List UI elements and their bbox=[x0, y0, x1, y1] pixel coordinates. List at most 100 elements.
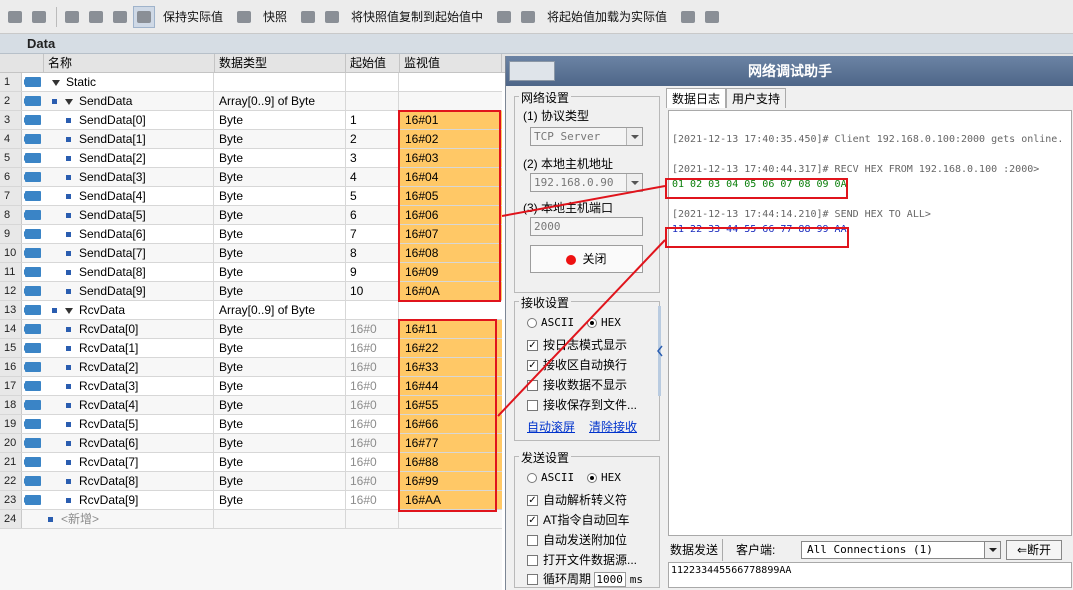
name-cell[interactable]: RcvData[8] bbox=[44, 472, 214, 490]
start-value-cell[interactable]: 16#0 bbox=[346, 396, 399, 414]
start-value-cell[interactable]: 9 bbox=[346, 263, 399, 281]
name-cell[interactable]: RcvData bbox=[44, 301, 214, 319]
start-value-cell[interactable] bbox=[346, 301, 399, 319]
start-value-cell[interactable]: 3 bbox=[346, 149, 399, 167]
recv-wrap-checkbox[interactable]: ✓ 接收区自动换行 bbox=[527, 356, 627, 373]
name-cell[interactable]: SendData[4] bbox=[44, 187, 214, 205]
database-icon[interactable] bbox=[233, 6, 255, 28]
recv-log-mode-checkbox[interactable]: ✓ 按日志模式显示 bbox=[527, 336, 627, 353]
recv-save-checkbox[interactable]: 接收保存到文件... bbox=[527, 396, 637, 413]
table-row[interactable]: 20 RcvData[6] Byte 16#0 16#77 bbox=[0, 434, 502, 453]
name-cell[interactable]: SendData[3] bbox=[44, 168, 214, 186]
send-escape-checkbox[interactable]: ✓ 自动解析转义符 bbox=[527, 491, 627, 508]
type-cell[interactable]: Array[0..9] of Byte bbox=[215, 92, 346, 110]
name-cell[interactable]: SendData[2] bbox=[44, 149, 214, 167]
type-cell[interactable]: Byte bbox=[215, 206, 346, 224]
start-value-cell[interactable]: 4 bbox=[346, 168, 399, 186]
table-row[interactable]: 14 RcvData[0] Byte 16#0 16#11 bbox=[0, 320, 502, 339]
send-file-checkbox[interactable]: 打开文件数据源... bbox=[527, 551, 637, 568]
expand-triangle-icon[interactable] bbox=[52, 79, 60, 86]
name-cell[interactable]: <新增> bbox=[44, 510, 214, 528]
panel-collapse-handle[interactable] bbox=[656, 306, 664, 396]
name-cell[interactable]: SendData[5] bbox=[44, 206, 214, 224]
port-input[interactable]: 2000 bbox=[530, 217, 643, 236]
type-cell[interactable]: Byte bbox=[215, 244, 346, 262]
tab-data-log[interactable]: 数据日志 bbox=[666, 88, 727, 108]
name-cell[interactable]: RcvData[9] bbox=[44, 491, 214, 509]
type-cell[interactable]: Byte bbox=[215, 358, 346, 376]
cycle-input[interactable]: 1000 bbox=[594, 572, 627, 587]
start-value-cell[interactable]: 16#0 bbox=[346, 320, 399, 338]
start-value-cell[interactable]: 16#0 bbox=[346, 415, 399, 433]
name-cell[interactable]: RcvData[5] bbox=[44, 415, 214, 433]
table-row[interactable]: 8 SendData[5] Byte 6 16#06 bbox=[0, 206, 502, 225]
snapshot-button[interactable]: 快照 bbox=[257, 6, 293, 28]
type-cell[interactable]: Byte bbox=[215, 434, 346, 452]
table-row[interactable]: 7 SendData[4] Byte 5 16#05 bbox=[0, 187, 502, 206]
table-row[interactable]: 17 RcvData[3] Byte 16#0 16#44 bbox=[0, 377, 502, 396]
log-area[interactable]: [2021-12-13 17:40:35.450]# Client 192.16… bbox=[668, 110, 1072, 536]
header-type[interactable]: 数据类型 bbox=[215, 54, 346, 73]
table-row[interactable]: 10 SendData[7] Byte 8 16#08 bbox=[0, 244, 502, 263]
start-value-cell[interactable]: 2 bbox=[346, 130, 399, 148]
expand-triangle-icon[interactable] bbox=[65, 307, 73, 314]
send-append-checkbox[interactable]: 自动发送附加位 bbox=[527, 531, 627, 548]
copy-icon[interactable] bbox=[297, 6, 319, 28]
edit-icon[interactable] bbox=[85, 6, 107, 28]
name-cell[interactable]: RcvData[3] bbox=[44, 377, 214, 395]
name-cell[interactable]: SendData[7] bbox=[44, 244, 214, 262]
start-value-cell[interactable]: 16#0 bbox=[346, 358, 399, 376]
download-icon[interactable] bbox=[677, 6, 699, 28]
protocol-select[interactable]: TCP Server bbox=[530, 127, 643, 146]
header-start[interactable]: 起始值 bbox=[346, 54, 400, 73]
type-cell[interactable]: Byte bbox=[215, 282, 346, 300]
start-value-cell[interactable]: 16#0 bbox=[346, 491, 399, 509]
start-value-cell[interactable] bbox=[346, 73, 399, 91]
type-cell[interactable]: Byte bbox=[215, 377, 346, 395]
client-select[interactable]: All Connections (1) bbox=[801, 541, 1001, 559]
recv-hide-checkbox[interactable]: 接收数据不显示 bbox=[527, 376, 627, 393]
start-value-cell[interactable]: 16#0 bbox=[346, 434, 399, 452]
type-cell[interactable]: Byte bbox=[215, 225, 346, 243]
send-ascii-radio[interactable]: ASCII bbox=[527, 471, 574, 484]
type-cell[interactable]: Array[0..9] of Byte bbox=[215, 301, 346, 319]
download-all-icon[interactable] bbox=[701, 6, 723, 28]
type-cell[interactable]: Byte bbox=[215, 472, 346, 490]
refresh-all-icon[interactable] bbox=[28, 6, 50, 28]
monitor-icon[interactable] bbox=[133, 5, 155, 28]
type-cell[interactable]: Byte bbox=[215, 339, 346, 357]
name-cell[interactable]: RcvData[2] bbox=[44, 358, 214, 376]
table-row[interactable]: 21 RcvData[7] Byte 16#0 16#88 bbox=[0, 453, 502, 472]
send-hex-radio[interactable]: HEX bbox=[587, 471, 621, 484]
table-row[interactable]: 3 SendData[0] Byte 1 16#01 bbox=[0, 111, 502, 130]
table-row[interactable]: 22 RcvData[8] Byte 16#0 16#99 bbox=[0, 472, 502, 491]
table-row[interactable]: 11 SendData[8] Byte 9 16#09 bbox=[0, 263, 502, 282]
send-input[interactable]: 112233445566778899AA bbox=[668, 562, 1072, 588]
table-row[interactable]: 23 RcvData[9] Byte 16#0 16#AA bbox=[0, 491, 502, 510]
name-cell[interactable]: RcvData[4] bbox=[44, 396, 214, 414]
recv-ascii-radio[interactable]: ASCII bbox=[527, 316, 574, 329]
table-row[interactable]: 2 SendData Array[0..9] of Byte bbox=[0, 92, 502, 111]
send-at-checkbox[interactable]: ✓ AT指令自动回车 bbox=[527, 511, 629, 528]
start-value-cell[interactable]: 16#0 bbox=[346, 339, 399, 357]
paste-icon[interactable] bbox=[321, 6, 343, 28]
send-cycle-checkbox[interactable]: 循环周期 1000 ms bbox=[527, 570, 643, 587]
start-value-cell[interactable]: 1 bbox=[346, 111, 399, 129]
auto-scroll-link[interactable]: 自动滚屏 bbox=[527, 418, 575, 435]
table-row[interactable]: 4 SendData[1] Byte 2 16#02 bbox=[0, 130, 502, 149]
name-cell[interactable]: RcvData[1] bbox=[44, 339, 214, 357]
refresh-icon[interactable] bbox=[4, 6, 26, 28]
system-menu-icon[interactable] bbox=[509, 61, 555, 81]
table-row[interactable]: 5 SendData[2] Byte 3 16#03 bbox=[0, 149, 502, 168]
type-cell[interactable]: Byte bbox=[215, 168, 346, 186]
type-cell[interactable]: Byte bbox=[215, 491, 346, 509]
expand-triangle-icon[interactable] bbox=[65, 98, 73, 105]
table-row[interactable]: 19 RcvData[5] Byte 16#0 16#66 bbox=[0, 415, 502, 434]
table-row[interactable]: 24 <新增> bbox=[0, 510, 502, 529]
list-icon[interactable] bbox=[109, 6, 131, 28]
keep-actual-button[interactable]: 保持实际值 bbox=[157, 6, 229, 28]
disconnect-button[interactable]: ⇐断开 bbox=[1006, 540, 1062, 560]
type-cell[interactable]: Byte bbox=[215, 453, 346, 471]
load-all-icon[interactable] bbox=[517, 6, 539, 28]
host-select[interactable]: 192.168.0.90 bbox=[530, 173, 643, 192]
